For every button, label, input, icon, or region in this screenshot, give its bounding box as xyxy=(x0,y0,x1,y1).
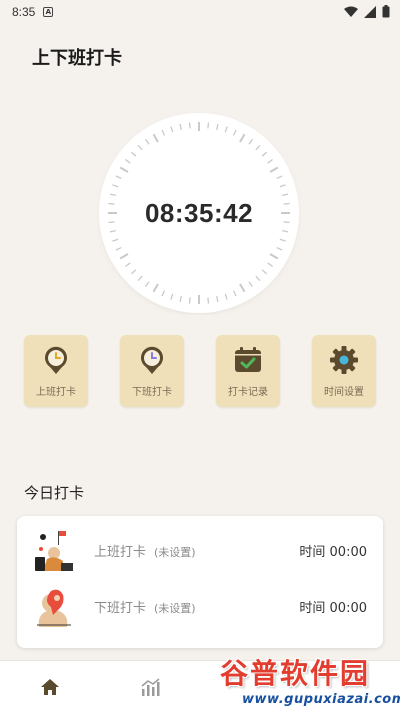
clock-pin-icon xyxy=(45,346,67,374)
clock-out-button[interactable]: 下班打卡 xyxy=(120,335,184,407)
action-row: 上班打卡 下班打卡 打卡记录 时间设置 xyxy=(24,335,376,407)
watermark-logo: 谷普软件园 www.gupuxiazai.com xyxy=(216,650,400,712)
clock-out-label: 下班打卡 xyxy=(132,386,172,398)
status-bar: 8:35 A xyxy=(0,0,400,24)
signal-icon xyxy=(364,5,376,18)
wifi-icon xyxy=(344,6,358,17)
chart-icon[interactable] xyxy=(139,676,161,698)
row-title: 上班打卡 xyxy=(94,544,147,560)
work-illustration-icon xyxy=(35,531,73,571)
row-status: (未设置) xyxy=(154,545,196,559)
watermark-title: 谷普软件园 xyxy=(220,657,371,690)
row-status: (未设置) xyxy=(154,601,196,615)
gear-icon xyxy=(330,345,358,374)
clock-out-row-name: 下班打卡 (未设置) xyxy=(94,597,196,616)
page-title: 上下班打卡 xyxy=(32,48,122,69)
status-icons xyxy=(344,5,390,18)
time-settings-button[interactable]: 时间设置 xyxy=(312,335,376,407)
row-time: 时间 00:00 xyxy=(299,544,367,560)
clock-dial: 08:35:42 xyxy=(97,111,301,315)
calendar-check-icon xyxy=(235,346,261,372)
records-button[interactable]: 打卡记录 xyxy=(216,335,280,407)
clock-in-button[interactable]: 上班打卡 xyxy=(24,335,88,407)
notification-badge: A xyxy=(43,7,54,17)
row-title: 下班打卡 xyxy=(94,600,147,616)
row-time: 时间 00:00 xyxy=(299,600,367,616)
clock-in-row-name: 上班打卡 (未设置) xyxy=(94,541,196,560)
watermark-url: www.gupuxiazai.com xyxy=(242,692,400,707)
list-item[interactable]: 下班打卡 (未设置) 时间 00:00 xyxy=(17,578,383,634)
battery-icon xyxy=(382,5,390,18)
time-settings-label: 时间设置 xyxy=(324,386,364,398)
clock-in-label: 上班打卡 xyxy=(36,386,76,398)
status-time: 8:35 xyxy=(12,5,36,19)
clock-pin-icon xyxy=(141,346,163,374)
records-label: 打卡记录 xyxy=(228,386,268,398)
today-section-title: 今日打卡 xyxy=(24,484,85,502)
today-card: 上班打卡 (未设置) 时间 00:00 下班打卡 (未设置) 时间 00:00 xyxy=(17,516,383,648)
home-icon[interactable] xyxy=(39,676,61,698)
list-item[interactable]: 上班打卡 (未设置) 时间 00:00 xyxy=(17,522,383,578)
clock-time: 08:35:42 xyxy=(144,197,254,228)
location-illustration-icon xyxy=(37,589,71,627)
